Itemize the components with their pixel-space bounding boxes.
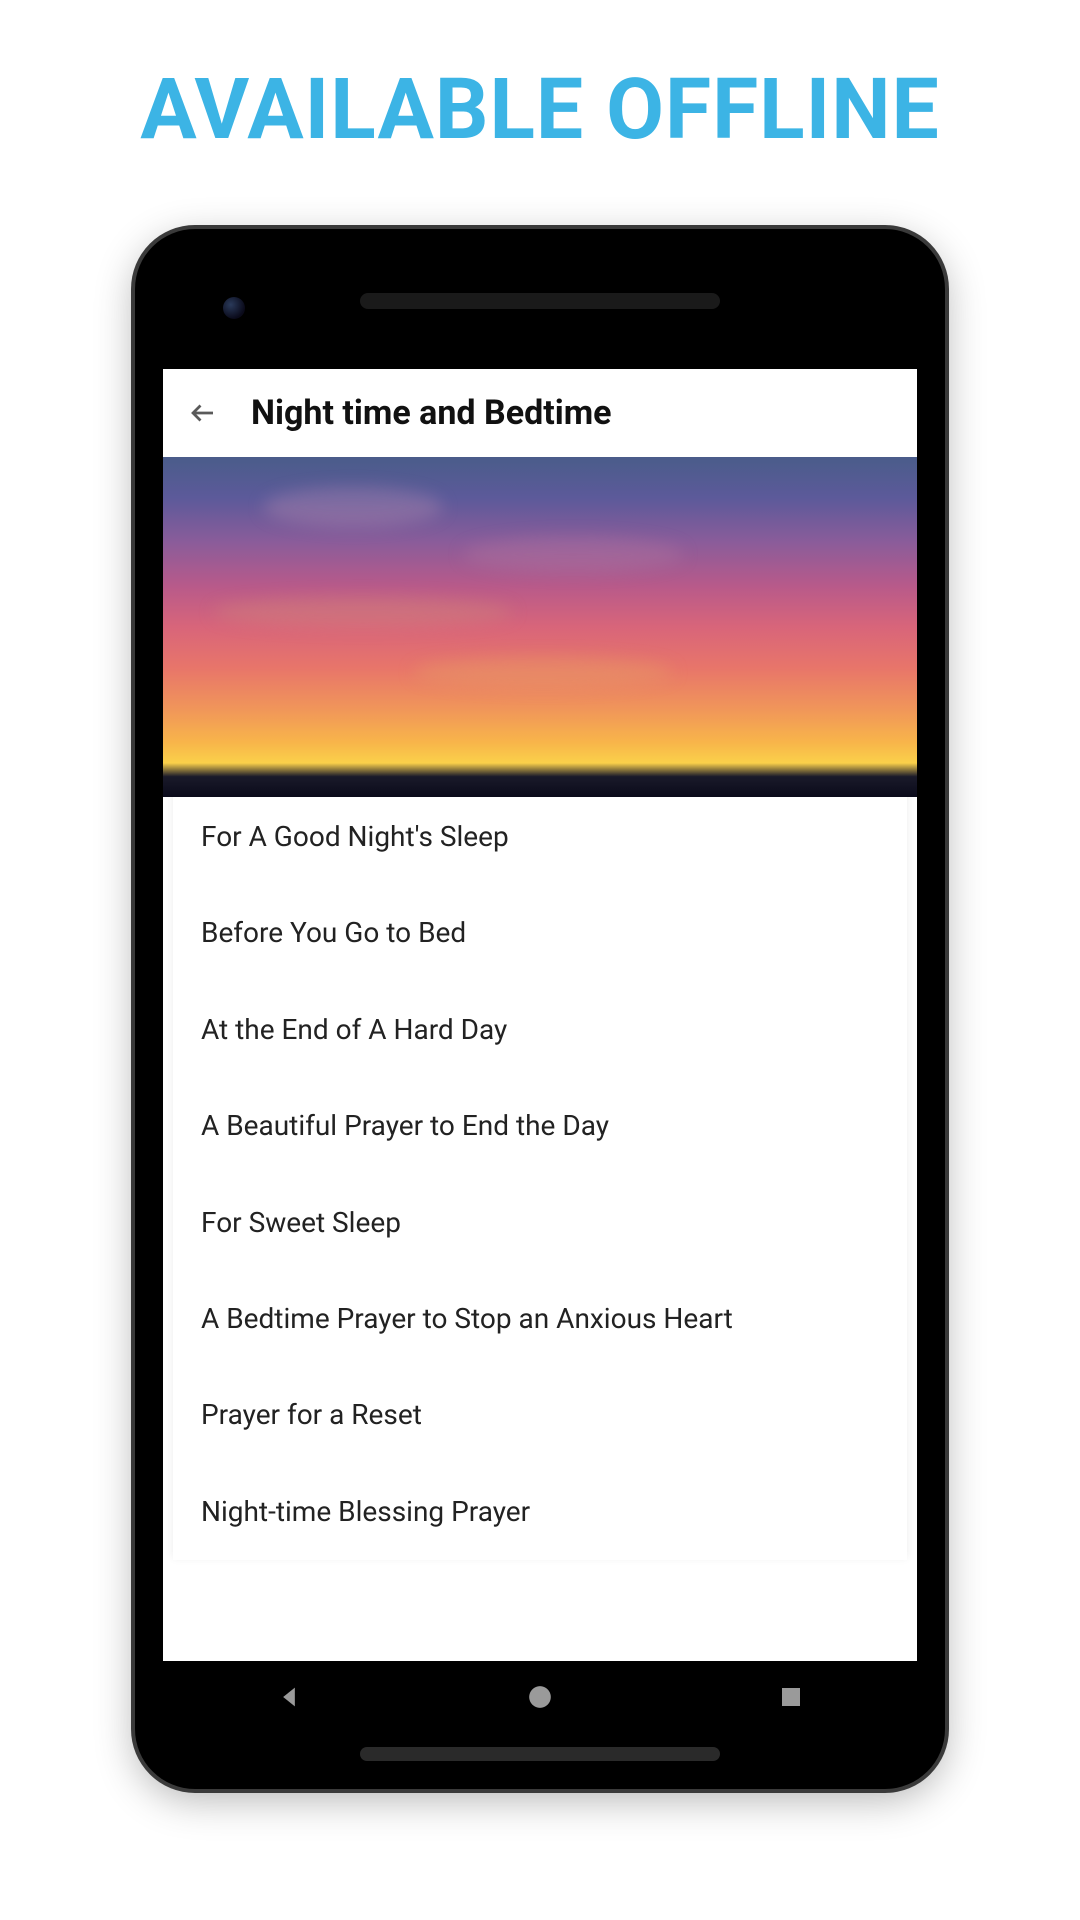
list-item[interactable]: A Beautiful Prayer to End the Day: [173, 1078, 907, 1174]
nav-back-icon[interactable]: [267, 1675, 311, 1719]
list-item[interactable]: Before You Go to Bed: [173, 885, 907, 981]
list-item[interactable]: For Sweet Sleep: [173, 1175, 907, 1271]
back-arrow-icon[interactable]: [179, 389, 227, 437]
phone-mockup: Night time and Bedtime For A Good Night'…: [135, 229, 945, 1789]
nav-home-icon[interactable]: [518, 1675, 562, 1719]
hero-sunset-image: [163, 457, 917, 797]
page-title: Night time and Bedtime: [251, 393, 612, 433]
list-item-label: At the End of A Hard Day: [201, 1013, 507, 1046]
list-item[interactable]: Prayer for a Reset: [173, 1367, 907, 1463]
prayer-list: For A Good Night's Sleep Before You Go t…: [173, 789, 907, 1560]
list-item-label: Prayer for a Reset: [201, 1398, 422, 1431]
list-item-label: For A Good Night's Sleep: [201, 820, 509, 853]
list-item[interactable]: A Bedtime Prayer to Stop an Anxious Hear…: [173, 1271, 907, 1367]
list-item-label: A Bedtime Prayer to Stop an Anxious Hear…: [201, 1302, 733, 1335]
list-item-label: Before You Go to Bed: [201, 916, 466, 949]
speaker-grille: [360, 1747, 720, 1761]
app-bar: Night time and Bedtime: [163, 369, 917, 457]
android-nav-bar: [163, 1661, 917, 1733]
app-screen: Night time and Bedtime For A Good Night'…: [163, 369, 917, 1661]
promo-headline: AVAILABLE OFFLINE: [0, 0, 1080, 199]
list-item-label: For Sweet Sleep: [201, 1206, 401, 1239]
list-item[interactable]: Night-time Blessing Prayer: [173, 1464, 907, 1560]
nav-recent-icon[interactable]: [769, 1675, 813, 1719]
speaker-grille: [360, 293, 720, 309]
list-item[interactable]: At the End of A Hard Day: [173, 982, 907, 1078]
list-item-label: A Beautiful Prayer to End the Day: [201, 1109, 609, 1142]
camera-dot: [223, 297, 245, 319]
list-item-label: Night-time Blessing Prayer: [201, 1495, 530, 1528]
list-item[interactable]: For A Good Night's Sleep: [173, 789, 907, 885]
